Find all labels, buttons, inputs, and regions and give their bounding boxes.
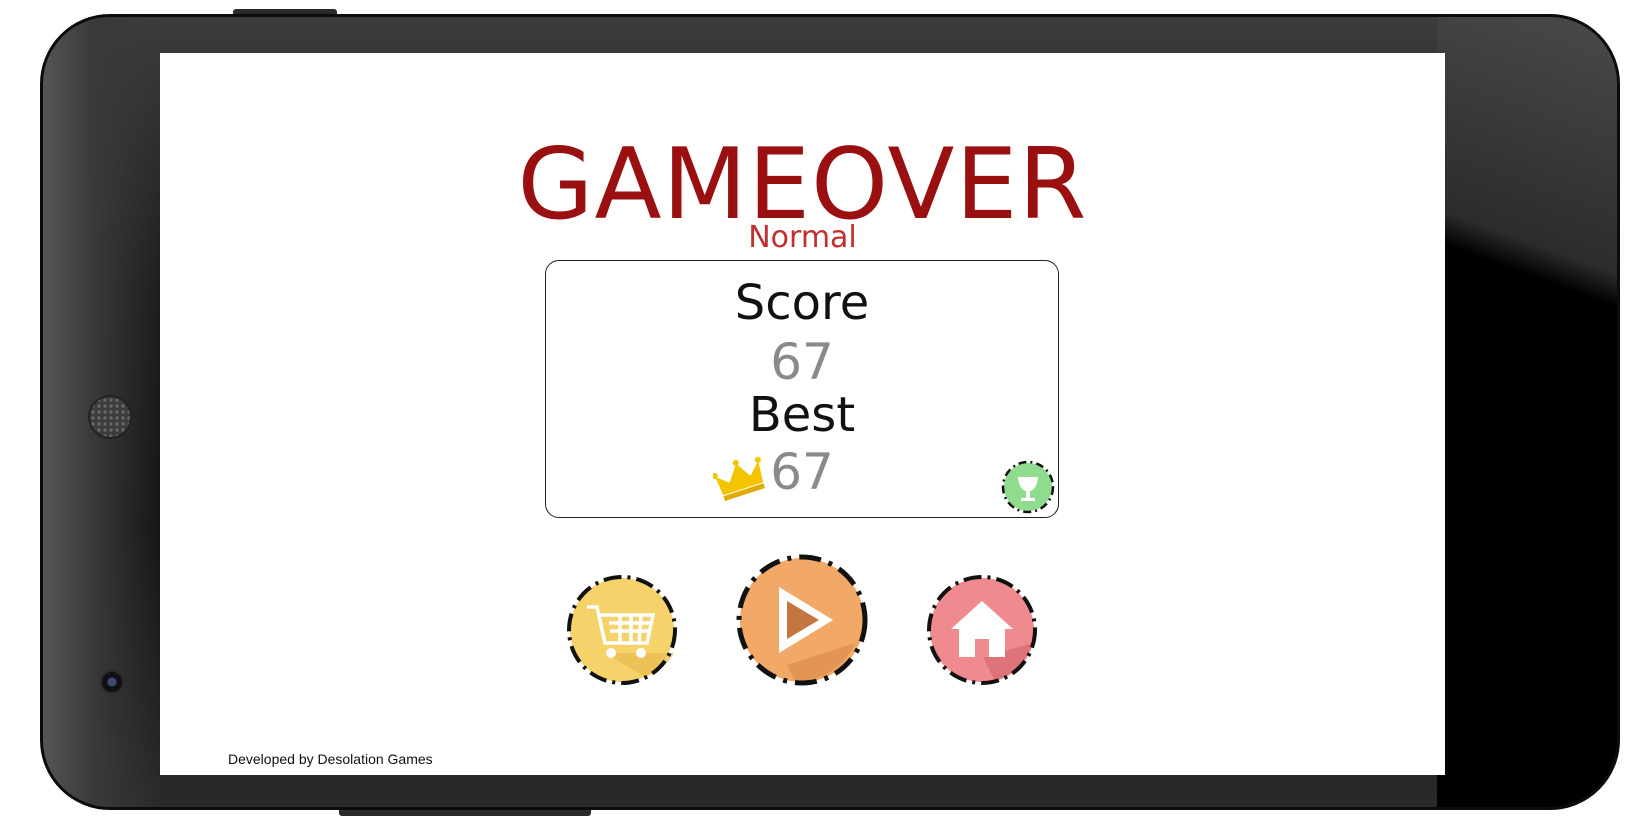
device-frame: GAMEOVER Normal Score 67 Best 67 Develop… xyxy=(0,0,1650,825)
shop-button[interactable] xyxy=(565,573,679,687)
speaker-grille xyxy=(88,395,132,439)
home-button[interactable] xyxy=(925,573,1039,687)
best-label: Best xyxy=(748,387,856,443)
score-panel: Score 67 Best 67 xyxy=(545,260,1059,518)
achievements-button[interactable] xyxy=(1001,460,1055,514)
score-value: 67 xyxy=(770,333,834,391)
score-label: Score xyxy=(734,275,870,331)
phone-shadow xyxy=(1437,17,1617,807)
play-button[interactable] xyxy=(735,553,869,687)
front-camera xyxy=(100,670,124,694)
game-over-screen: GAMEOVER Normal Score 67 Best 67 Develop… xyxy=(160,53,1445,775)
difficulty-label: Normal xyxy=(748,220,857,255)
developer-credits: Developed by Desolation Games xyxy=(228,751,433,767)
best-value: 67 xyxy=(770,443,834,501)
